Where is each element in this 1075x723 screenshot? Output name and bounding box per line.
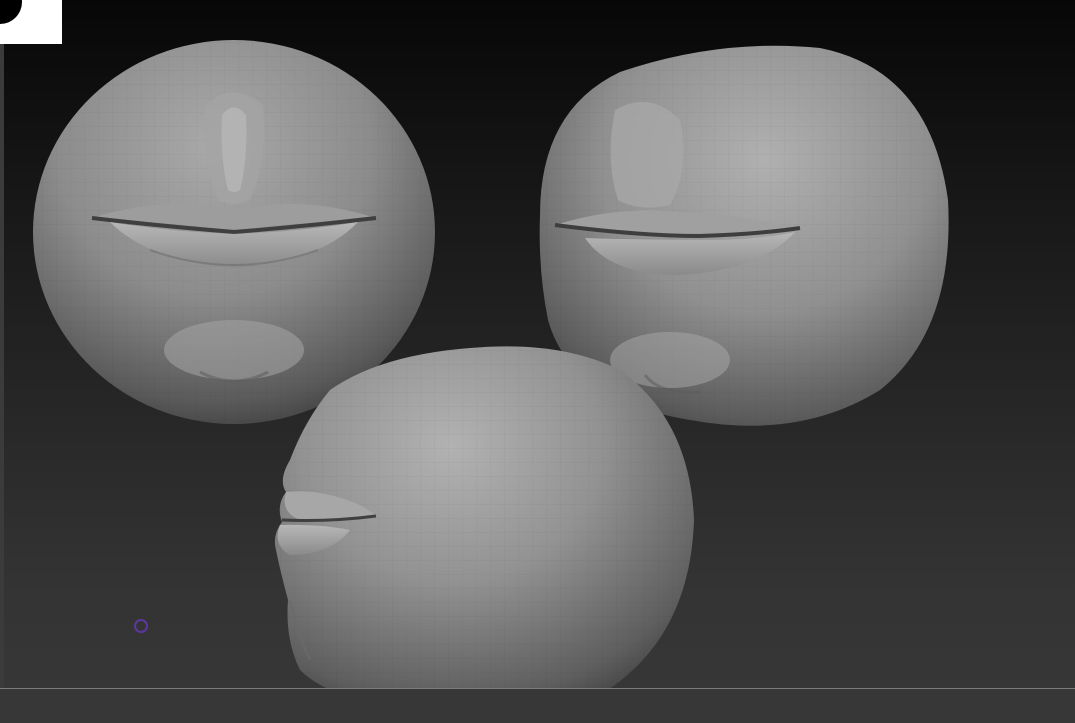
mouth-sphere-front[interactable] bbox=[33, 40, 435, 424]
navigation-orb-dot bbox=[0, 0, 22, 24]
navigation-orb-icon[interactable] bbox=[0, 0, 62, 44]
brush-cursor-icon bbox=[134, 619, 148, 633]
viewport-floor bbox=[0, 689, 1075, 723]
viewport-canvas[interactable] bbox=[0, 0, 1075, 723]
sculpt-viewport[interactable] bbox=[0, 0, 1075, 723]
mouth-sphere-side[interactable] bbox=[274, 346, 694, 720]
